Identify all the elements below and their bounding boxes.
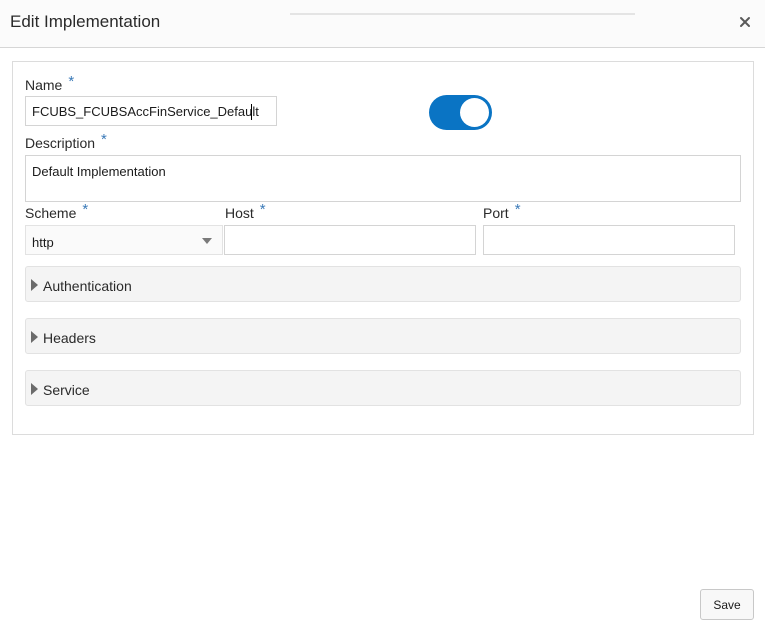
required-mark: * — [68, 73, 75, 90]
scheme-label: Scheme — [25, 205, 77, 221]
scheme-value: http — [32, 235, 54, 250]
enabled-toggle[interactable] — [429, 95, 492, 130]
close-icon[interactable] — [737, 14, 753, 30]
section-authentication[interactable]: Authentication — [25, 266, 741, 302]
port-label: Port — [483, 205, 509, 221]
chevron-down-icon — [202, 238, 212, 244]
section-headers[interactable]: Headers — [25, 318, 741, 354]
section-label: Service — [43, 382, 90, 398]
host-input[interactable] — [224, 225, 476, 255]
scheme-select[interactable]: http — [25, 225, 223, 255]
section-service[interactable]: Service — [25, 370, 741, 406]
caret-right-icon — [31, 383, 38, 395]
required-mark: * — [101, 131, 107, 148]
dialog-title: Edit Implementation — [10, 12, 161, 31]
toggle-knob — [460, 98, 489, 127]
section-label: Authentication — [43, 278, 132, 294]
host-label-wrap: Host * — [225, 201, 266, 222]
required-mark: * — [259, 201, 266, 218]
header-divider — [290, 13, 635, 15]
port-label-wrap: Port * — [483, 201, 521, 222]
save-button[interactable]: Save — [700, 589, 754, 620]
name-input[interactable] — [25, 96, 277, 126]
description-input[interactable]: Default Implementation — [25, 155, 741, 202]
dialog-header: Edit Implementation — [0, 0, 765, 48]
name-label-wrap: Name * — [25, 73, 74, 94]
port-input[interactable] — [483, 225, 735, 255]
name-label: Name — [25, 77, 63, 93]
description-label-wrap: Description * — [25, 131, 107, 152]
scheme-label-wrap: Scheme * — [25, 201, 88, 222]
description-label: Description — [25, 135, 96, 151]
section-label: Headers — [43, 330, 96, 346]
text-caret — [251, 104, 252, 120]
caret-right-icon — [31, 279, 38, 291]
host-label: Host — [225, 205, 254, 221]
caret-right-icon — [31, 331, 38, 343]
required-mark: * — [82, 201, 89, 218]
required-mark: * — [514, 201, 521, 218]
